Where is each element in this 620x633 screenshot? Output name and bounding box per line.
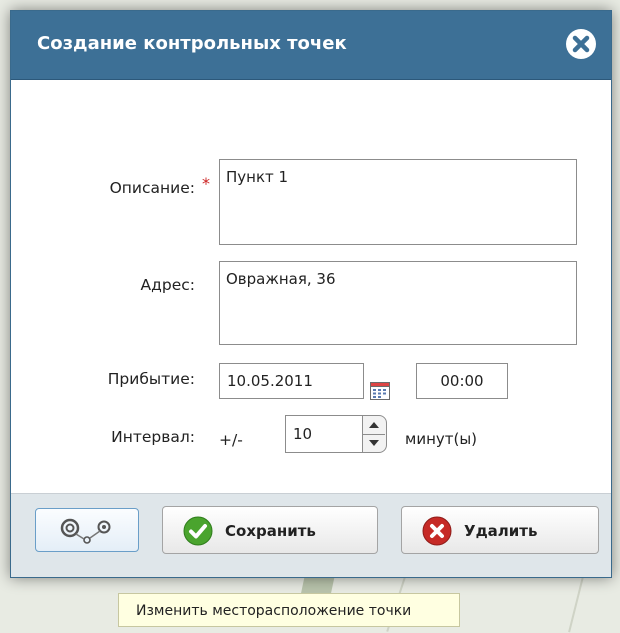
- interval-label: Интервал:: [111, 428, 195, 446]
- map-road-edge: [568, 576, 584, 633]
- calendar-icon[interactable]: [370, 382, 390, 400]
- arrival-date-field[interactable]: [219, 363, 364, 399]
- description-label: Описание:: [109, 179, 195, 197]
- spinner-down-button[interactable]: [363, 434, 385, 452]
- arrival-time-field[interactable]: [416, 363, 508, 399]
- dialog-titlebar: Создание контрольных точек: [11, 11, 611, 80]
- required-marker: *: [202, 174, 210, 193]
- close-button[interactable]: [566, 29, 596, 59]
- address-label: Адрес:: [140, 276, 195, 294]
- relocate-points-icon: [60, 518, 111, 544]
- relocate-point-button[interactable]: [35, 508, 139, 552]
- interval-field[interactable]: [285, 415, 363, 453]
- dialog-footer: Сохранить Удалить: [11, 494, 611, 577]
- interval-prefix: +/-: [219, 431, 243, 449]
- description-field[interactable]: Пункт 1: [219, 159, 577, 245]
- delete-x-icon: [422, 516, 452, 546]
- arrow-down-icon: [369, 440, 379, 446]
- interval-spinner: [363, 415, 387, 453]
- checkpoint-dialog: Создание контрольных точек Описание: * П…: [10, 10, 612, 578]
- dialog-title: Создание контрольных точек: [37, 33, 347, 54]
- tooltip: Изменить месторасположение точки: [118, 593, 460, 627]
- check-icon: [183, 516, 213, 546]
- spinner-up-button[interactable]: [363, 416, 385, 435]
- arrow-up-icon: [369, 422, 379, 428]
- interval-unit: минут(ы): [405, 430, 478, 448]
- delete-button-label: Удалить: [464, 522, 538, 540]
- delete-button[interactable]: Удалить: [401, 506, 599, 554]
- close-icon: [567, 30, 595, 58]
- save-button-label: Сохранить: [225, 522, 316, 540]
- address-field[interactable]: Овражная, 36: [219, 261, 577, 345]
- arrival-label: Прибытие:: [107, 370, 195, 388]
- save-button[interactable]: Сохранить: [162, 506, 378, 554]
